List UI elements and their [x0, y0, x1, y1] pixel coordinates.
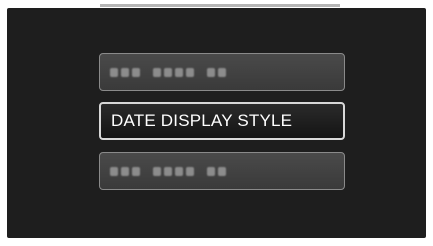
menu-item-next[interactable]	[99, 152, 345, 190]
menu-item-date-display-style[interactable]: DATE DISPLAY STYLE	[99, 102, 345, 140]
blurred-label	[110, 67, 226, 77]
blurred-label	[110, 166, 226, 176]
menu-item-previous[interactable]	[99, 53, 345, 91]
cropped-caption-strip	[0, 0, 433, 8]
cropped-caption-remnant	[100, 0, 340, 7]
menu-item-label: DATE DISPLAY STYLE	[111, 111, 293, 130]
